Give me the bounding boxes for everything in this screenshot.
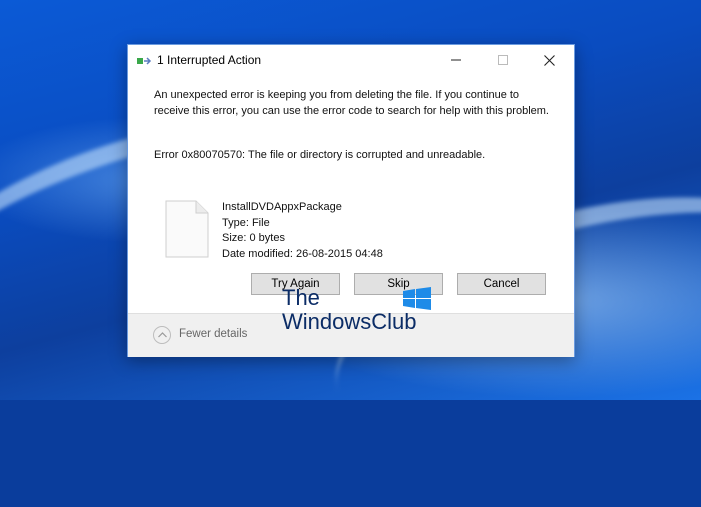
file-details: InstallDVDAppxPackage Type: File Size: 0…	[222, 200, 383, 262]
close-icon	[543, 54, 555, 66]
error-code: Error 0x80070570: The file or directory …	[154, 149, 486, 161]
file-type: Type: File	[222, 216, 270, 229]
dialog-title: 1 Interrupted Action	[157, 53, 262, 67]
watermark-line1: The	[282, 285, 320, 310]
file-date-modified: Date modified: 26-08-2015 04:48	[222, 247, 383, 260]
cancel-button[interactable]: Cancel	[457, 273, 546, 295]
title-bar: 1 Interrupted Action	[128, 45, 574, 77]
close-button[interactable]	[526, 45, 572, 75]
maximize-button	[480, 45, 526, 75]
file-size: Size: 0 bytes	[222, 232, 285, 244]
minimize-icon	[451, 59, 461, 61]
minimize-button[interactable]	[433, 45, 479, 75]
watermark: The WindowsClub	[282, 286, 417, 334]
maximize-icon	[498, 55, 508, 65]
chevron-up-icon[interactable]	[153, 326, 171, 344]
file-name: InstallDVDAppxPackage	[222, 201, 342, 213]
watermark-line2: WindowsClub	[282, 309, 417, 334]
blank-file-icon	[165, 200, 209, 258]
error-message: An unexpected error is keeping you from …	[154, 89, 549, 117]
fewer-details-link[interactable]: Fewer details	[179, 328, 247, 340]
copy-action-icon	[137, 57, 152, 65]
windows-logo-icon	[403, 287, 431, 310]
